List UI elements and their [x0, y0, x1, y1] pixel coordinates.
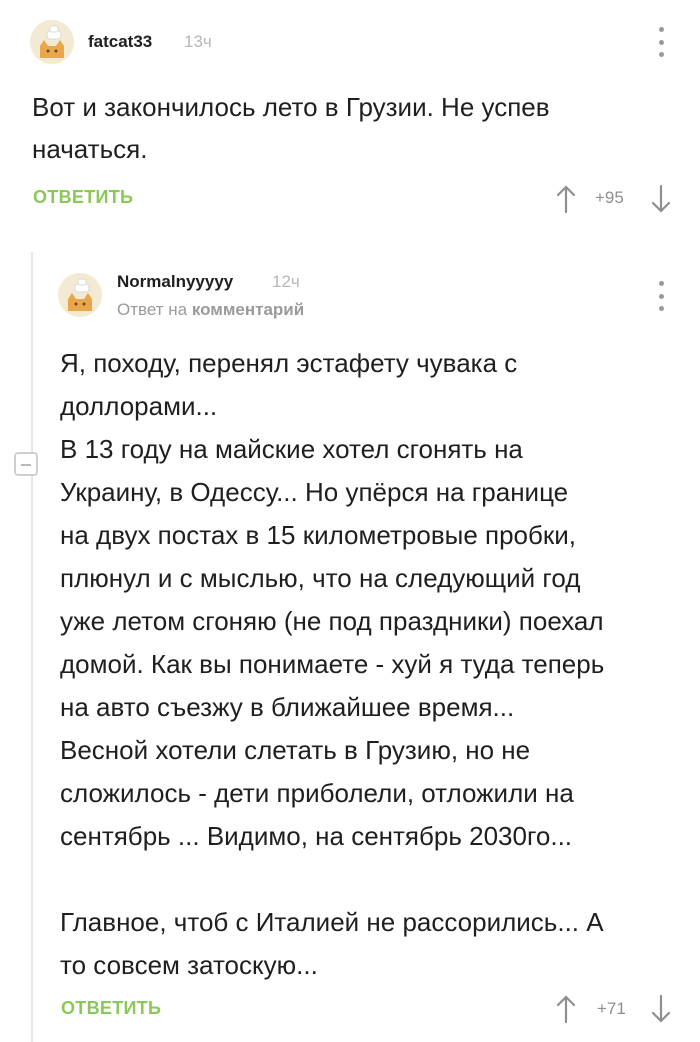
downvote-icon[interactable]	[649, 994, 673, 1024]
reply-to-link[interactable]: комментарий	[192, 300, 304, 319]
timestamp: 13ч	[184, 32, 212, 51]
rating: +71	[597, 999, 626, 1018]
cat-avatar-icon	[30, 20, 74, 64]
reply-to-prefix: Ответ на	[117, 300, 188, 319]
upvote-icon[interactable]	[554, 994, 578, 1024]
collapse-thread-icon[interactable]	[14, 452, 38, 476]
timestamp: 12ч	[272, 272, 300, 291]
thread-branch-line[interactable]	[31, 252, 33, 1042]
more-options-icon[interactable]	[656, 27, 666, 57]
rating: +95	[595, 188, 624, 207]
upvote-icon[interactable]	[554, 184, 578, 214]
avatar[interactable]	[30, 20, 74, 64]
reply-to-info: Ответ на комментарий	[117, 300, 304, 320]
avatar[interactable]	[58, 273, 102, 317]
reply-button[interactable]: ОТВЕТИТЬ	[33, 187, 133, 208]
username[interactable]: fatcat33	[88, 32, 152, 52]
cat-avatar-icon	[58, 273, 102, 317]
more-options-icon[interactable]	[656, 281, 666, 311]
downvote-icon[interactable]	[649, 184, 673, 214]
comment-text: Я, походу, перенял эстафету чувака с дол…	[60, 348, 605, 980]
username[interactable]: Normalnyyyyy	[117, 272, 233, 292]
reply-button[interactable]: ОТВЕТИТЬ	[61, 998, 161, 1019]
comment-text: Вот и закончилось лето в Грузии. Не успе…	[32, 92, 550, 164]
